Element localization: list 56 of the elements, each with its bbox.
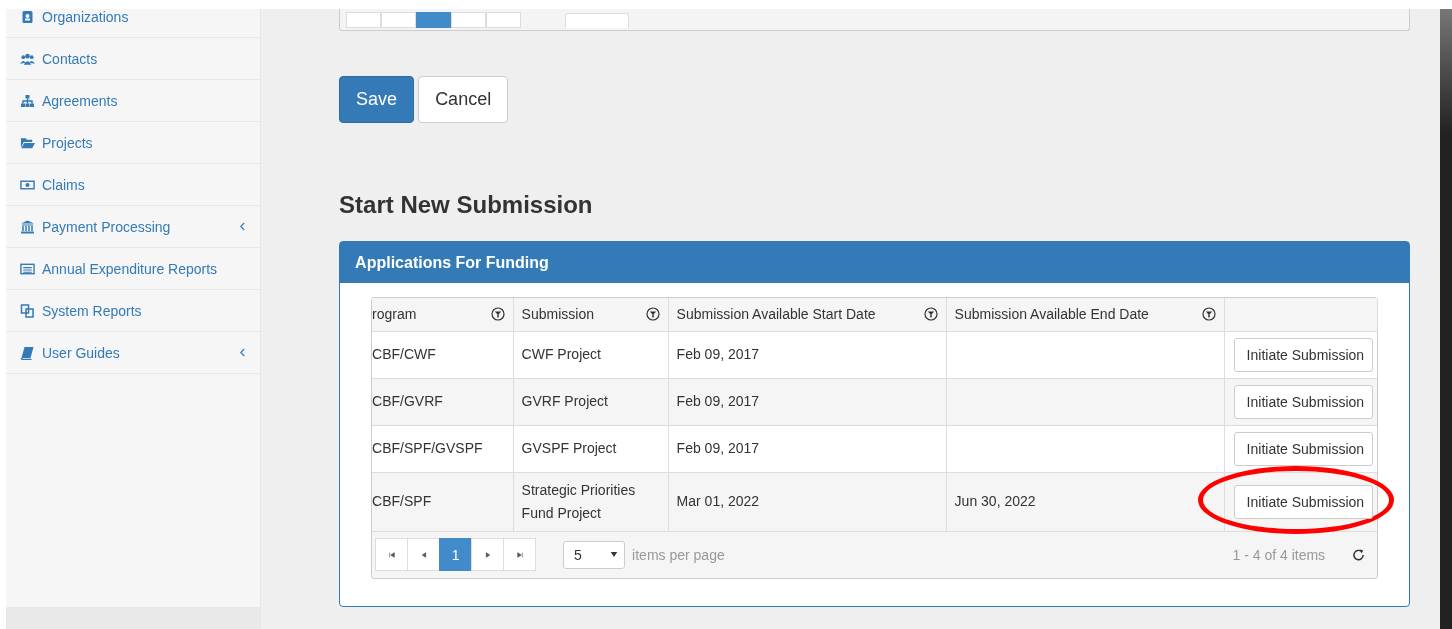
table-cell: CBF/CWF xyxy=(372,331,514,378)
table-cell: Feb 09, 2017 xyxy=(668,378,947,425)
filter-icon[interactable] xyxy=(1201,307,1216,322)
section-heading: Start New Submission xyxy=(339,191,594,219)
sidebar-item[interactable]: Organizations xyxy=(6,0,261,38)
page-size-dropdown[interactable]: 5 xyxy=(563,540,626,569)
table-cell: CWF Project xyxy=(513,331,669,378)
sidebar-item[interactable]: Claims xyxy=(6,164,261,206)
table-cell: Mar 01, 2022 xyxy=(668,472,947,531)
users-icon xyxy=(20,51,35,66)
sidebar-item[interactable]: Contacts xyxy=(6,38,261,80)
column-title: Submission Available Start Date xyxy=(676,306,876,323)
cancel-button[interactable]: Cancel xyxy=(418,76,509,123)
initiate-submission-button[interactable]: Initiate Submission xyxy=(1233,431,1374,466)
filter-icon[interactable] xyxy=(923,307,938,322)
sidebar-item[interactable]: Agreements xyxy=(6,80,261,122)
sidebar-item[interactable]: Projects xyxy=(6,122,261,164)
table-cell: Jun 30, 2022 xyxy=(946,472,1225,531)
table-cell: CBF/SPF/GVSPF xyxy=(372,425,514,472)
refresh-icon[interactable] xyxy=(1352,548,1366,561)
sitemap-icon xyxy=(20,93,35,108)
table-cell: Strategic Priorities Fund Project xyxy=(513,472,669,531)
panel-header: Applications For Funding xyxy=(340,242,1410,283)
first-arrow-icon xyxy=(387,550,396,559)
sidebar-item[interactable]: System Reports xyxy=(6,290,261,332)
previous-page-button[interactable] xyxy=(407,538,441,571)
page-button[interactable]: 1 xyxy=(439,538,473,571)
filter-icon[interactable] xyxy=(490,307,505,322)
sidebar-item[interactable]: Payment Processing xyxy=(6,206,261,248)
initiate-submission-button[interactable]: Initiate Submission xyxy=(1233,484,1374,519)
next-arrow-icon xyxy=(483,550,492,559)
pager-info: 1 - 4 of 4 items xyxy=(1232,546,1326,563)
table-cell: Feb 09, 2017 xyxy=(668,331,947,378)
last-arrow-icon xyxy=(515,550,524,559)
table-cell: Feb 09, 2017 xyxy=(668,425,947,472)
column-title: Submission Available End Date xyxy=(954,306,1149,323)
sidebar-item[interactable]: Annual Expenditure Reports xyxy=(6,248,261,290)
page-size-label: items per page xyxy=(632,546,725,563)
caret-icon xyxy=(610,551,619,558)
list-icon xyxy=(20,261,35,276)
save-button[interactable]: Save xyxy=(339,76,415,123)
book-icon xyxy=(20,345,35,360)
copy-icon xyxy=(20,303,35,318)
bank-icon xyxy=(20,219,35,234)
column-title: Submission xyxy=(521,306,594,323)
initiate-submission-button[interactable]: Initiate Submission xyxy=(1233,337,1374,372)
table-cell: CBF/SPF xyxy=(372,472,514,531)
column-title: rogram xyxy=(372,306,417,323)
table-cell: GVSPF Project xyxy=(513,425,669,472)
prev-arrow-icon xyxy=(419,550,428,559)
table-cell: CBF/GVRF xyxy=(372,378,514,425)
filter-icon[interactable] xyxy=(645,307,660,322)
folder-icon xyxy=(20,135,35,150)
table-cell: GVRF Project xyxy=(513,378,669,425)
initiate-submission-button[interactable]: Initiate Submission xyxy=(1233,384,1374,419)
sidebar-item[interactable]: User Guides xyxy=(6,332,261,374)
